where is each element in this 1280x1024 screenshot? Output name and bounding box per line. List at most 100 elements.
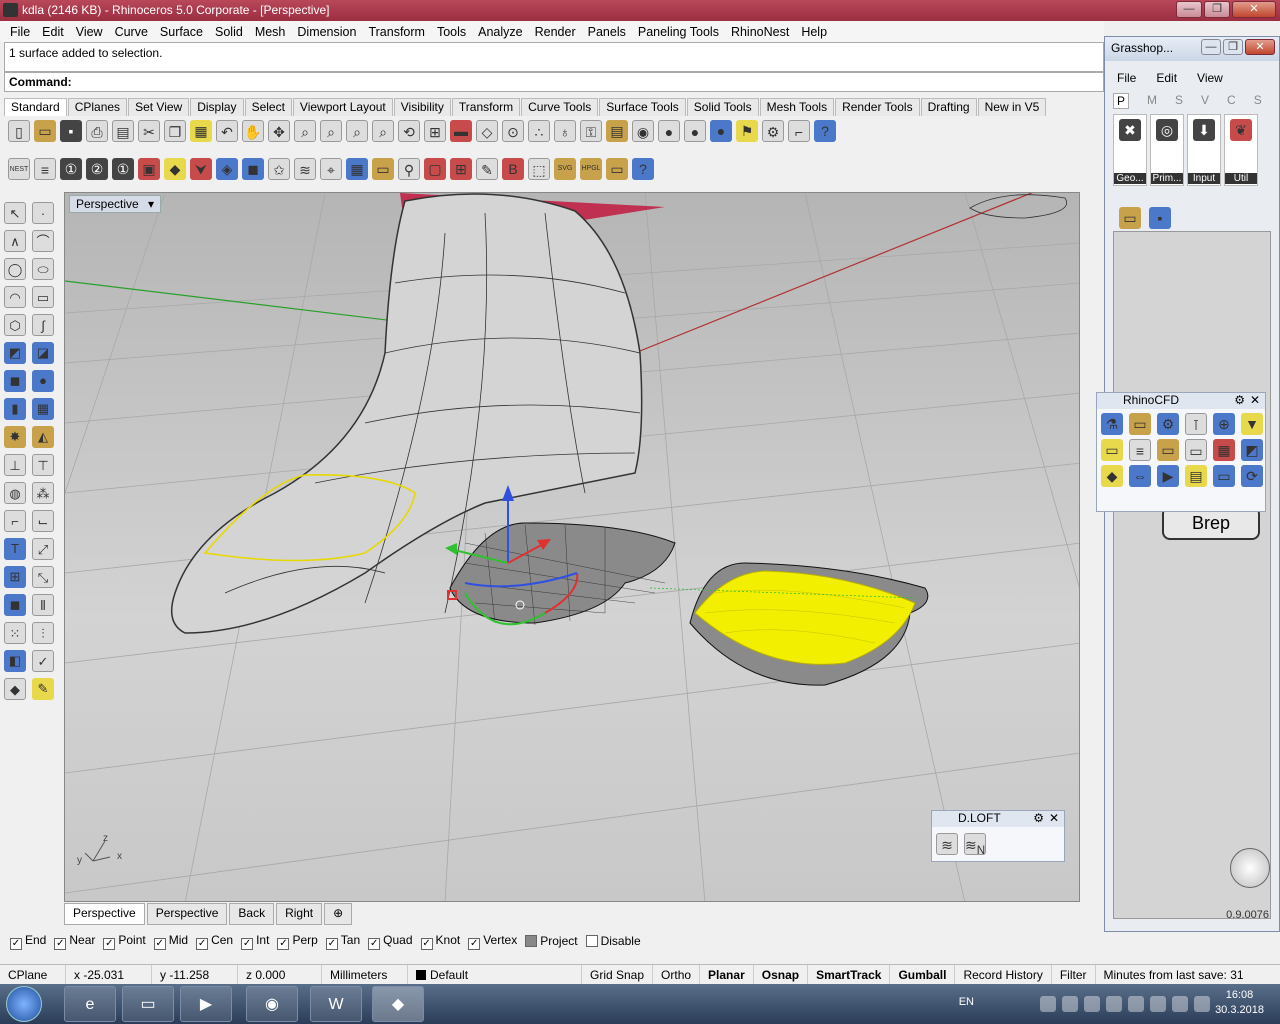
close-icon[interactable]: ✕ (1049, 811, 1059, 825)
chamfer-icon[interactable]: ⌙ (32, 510, 54, 532)
menu-transform[interactable]: Transform (362, 25, 431, 39)
properties-icon[interactable]: ▤ (112, 120, 134, 142)
taskbar-explorer-icon[interactable]: ▭ (122, 986, 174, 1022)
tab-solid-tools[interactable]: Solid Tools (686, 98, 759, 116)
four-viewports-icon[interactable]: ⊞ (424, 120, 446, 142)
tab-standard[interactable]: Standard (4, 98, 67, 116)
gh-timer-icon[interactable] (1230, 848, 1270, 888)
menu-analyze[interactable]: Analyze (472, 25, 528, 39)
save-icon[interactable]: ▪ (60, 120, 82, 142)
gh-save-icon[interactable]: ▪ (1149, 207, 1171, 229)
polyline-icon[interactable]: ∧ (4, 230, 26, 252)
freeform-icon[interactable]: ∫ (32, 314, 54, 336)
light-bulb-icon[interactable]: ♁ (554, 120, 576, 142)
rotate-view-icon[interactable]: ✥ (268, 120, 290, 142)
gh-category-geometry[interactable]: ✖ Geo... (1113, 114, 1147, 186)
status-filter[interactable]: Filter (1052, 965, 1096, 984)
osnap-disable[interactable]: Disable (585, 934, 641, 948)
gear-icon[interactable]: ⚙ (1033, 811, 1044, 825)
tab-viewport-layout[interactable]: Viewport Layout (292, 98, 393, 116)
gh-category-input[interactable]: ⬇ Input (1187, 114, 1221, 186)
undo-view-icon[interactable]: ⟲ (398, 120, 420, 142)
box-icon[interactable]: ◼ (4, 370, 26, 392)
cylinder-icon[interactable]: ▮ (4, 398, 26, 420)
tab-transform[interactable]: Transform (451, 98, 521, 116)
lock-icon[interactable]: ⚿ (580, 120, 602, 142)
color-wheel-icon[interactable]: ◉ (632, 120, 654, 142)
nest-grid-red-icon[interactable]: ⊞ (450, 158, 472, 180)
nest-help-icon[interactable]: ? (632, 158, 654, 180)
tray-speaker-icon[interactable] (1194, 996, 1210, 1012)
text-icon[interactable]: T (4, 538, 26, 560)
ruler-icon[interactable]: ◆ (1101, 465, 1123, 487)
menu-dimension[interactable]: Dimension (291, 25, 362, 39)
funnel-icon[interactable]: ▼ (1241, 413, 1263, 435)
tab-mesh-tools[interactable]: Mesh Tools (759, 98, 835, 116)
display-icon[interactable]: ▭ (1185, 439, 1207, 461)
test-tube-icon[interactable]: ⊺ (1185, 413, 1207, 435)
trim-icon[interactable]: ⊥ (4, 454, 26, 476)
document-icon[interactable]: ▤ (1185, 465, 1207, 487)
circle-icon[interactable]: ◯ (4, 258, 26, 280)
rhinocfd-panel[interactable]: RhinoCFD ⚙ ✕ ⚗ ▭ ⚙ ⊺ ⊕ ▼ ▭ ≡ ▭ ▭ ▦ ◩ ◆ ⇔… (1096, 392, 1266, 512)
gh-menu-file[interactable]: File (1117, 71, 1136, 85)
add-viewport-icon[interactable]: ⊕ (324, 903, 353, 925)
checkbox-icon[interactable]: ✓ (196, 937, 209, 950)
checkbox-icon[interactable]: ✓ (277, 937, 290, 950)
tab-display[interactable]: Display (190, 98, 244, 116)
gh-category-primitive[interactable]: ◎ Prim... (1150, 114, 1184, 186)
taskbar-ie-icon[interactable]: e (64, 986, 116, 1022)
spheres-icon[interactable]: ● (32, 370, 54, 392)
nest-lines-icon[interactable]: ≋ (294, 158, 316, 180)
nest-edit-icon[interactable]: ✎ (476, 158, 498, 180)
tab-curve-tools[interactable]: Curve Tools (521, 98, 599, 116)
osnap-vertex[interactable]: ✓ Vertex (468, 933, 517, 950)
paint-icon[interactable]: ✎ (32, 678, 54, 700)
nest-folders-icon[interactable]: ▭ (372, 158, 394, 180)
map-icon[interactable]: ◩ (1241, 439, 1263, 461)
osnap-point[interactable]: ✓ Point (103, 933, 146, 950)
menu-paneling-tools[interactable]: Paneling Tools (632, 25, 725, 39)
list-panel-icon[interactable]: ≡ (1129, 439, 1151, 461)
tab-set-view[interactable]: Set View (128, 98, 190, 116)
surface-icon[interactable]: ◩ (4, 342, 26, 364)
menu-solid[interactable]: Solid (209, 25, 249, 39)
solid-tools-icon[interactable]: ◼ (4, 594, 26, 616)
boolean-union-icon[interactable]: ◍ (4, 482, 26, 504)
nest-open-icon[interactable]: ▭ (606, 158, 628, 180)
tab-render-tools[interactable]: Render Tools (835, 98, 920, 116)
checkbox-icon[interactable]: ✓ (241, 937, 254, 950)
gh-minimize-button[interactable]: — (1201, 39, 1221, 55)
folder-icon[interactable]: ▭ (1157, 439, 1179, 461)
analyze-icon[interactable]: ◧ (4, 650, 26, 672)
maximize-button[interactable]: ❐ (1204, 1, 1230, 18)
osnap-near[interactable]: ✓ Near (54, 933, 95, 950)
polygon-icon[interactable]: ⬡ (4, 314, 26, 336)
gh-tab-sets[interactable]: S (1175, 93, 1183, 109)
menu-render[interactable]: Render (529, 25, 582, 39)
osnap-tan[interactable]: ✓ Tan (325, 933, 360, 950)
checkbox-icon[interactable]: ✓ (325, 937, 338, 950)
tab-new-in-v5[interactable]: New in V5 (977, 98, 1047, 116)
vtab-back[interactable]: Back (229, 903, 275, 925)
grid-array-icon[interactable]: ⁙ (4, 622, 26, 644)
taskbar-rhino-icon[interactable]: ◆ (372, 986, 424, 1022)
open-folder-icon[interactable]: ▭ (1213, 465, 1235, 487)
nest-grid-icon[interactable]: ▦ (346, 158, 368, 180)
gh-tab-params[interactable]: P (1113, 93, 1130, 109)
align-icon[interactable]: ⫶ (32, 622, 54, 644)
minimize-button[interactable]: — (1176, 1, 1202, 18)
gh-tab-maths[interactable]: M (1147, 93, 1157, 109)
checkbox-icon[interactable]: ✓ (103, 937, 116, 950)
checkbox-icon[interactable]: ✓ (468, 937, 481, 950)
nest-2-icon[interactable]: ② (86, 158, 108, 180)
loft-n-button[interactable]: ≋N (964, 833, 986, 857)
layers-icon[interactable]: ▤ (606, 120, 628, 142)
tab-select[interactable]: Select (244, 98, 292, 116)
start-button[interactable] (6, 986, 42, 1022)
nest-select-box-icon[interactable]: ▢ (424, 158, 446, 180)
nest-sheet-icon[interactable]: ▣ (138, 158, 160, 180)
gh-tab-surface[interactable]: S (1254, 93, 1262, 109)
status-smarttrack[interactable]: SmartTrack (808, 965, 891, 984)
svg-export-button[interactable]: SVG (554, 158, 576, 180)
